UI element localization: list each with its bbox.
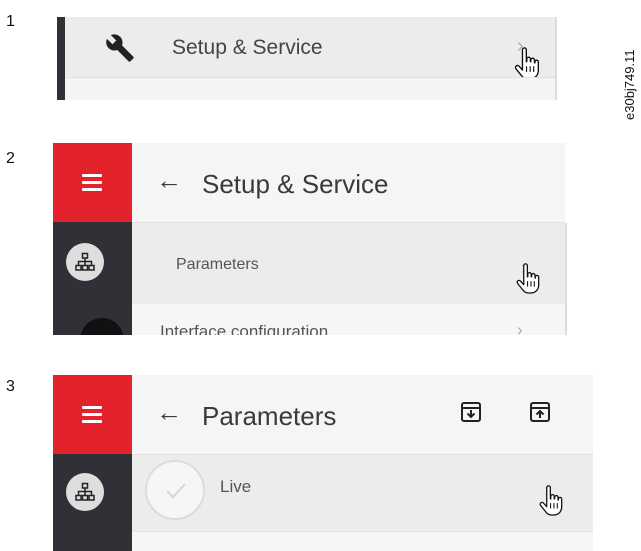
- menu-item-parameters[interactable]: Parameters ›: [132, 223, 565, 304]
- checkbox-circle[interactable]: [145, 460, 205, 520]
- nav-rail: [53, 222, 132, 335]
- hamburger-icon-line: [82, 181, 102, 184]
- hamburger-icon-line: [82, 188, 102, 191]
- menu-item-label: Setup & Service: [172, 36, 323, 59]
- app-header: ← Parameters: [132, 375, 593, 455]
- wrench-icon: [106, 34, 134, 62]
- list-item-live[interactable]: Live ›: [132, 455, 593, 531]
- figure-id: e30bj749.11: [622, 49, 637, 120]
- page-title: Parameters: [202, 401, 337, 431]
- list-item-next[interactable]: [132, 531, 593, 551]
- menu-item-interface-configuration[interactable]: Interface configuration ›: [132, 304, 565, 335]
- hamburger-icon-line: [82, 420, 102, 423]
- step-number-2: 2: [6, 150, 15, 167]
- chevron-right-icon: ›: [517, 320, 523, 335]
- hamburger-icon-line: [82, 413, 102, 416]
- hamburger-icon: [82, 406, 102, 409]
- back-arrow-icon[interactable]: ←: [156, 397, 182, 428]
- hand-cursor-icon: [539, 485, 563, 516]
- rail-button-hierarchy[interactable]: [66, 243, 104, 281]
- page-title: Setup & Service: [202, 169, 389, 199]
- menu-button[interactable]: [53, 375, 132, 454]
- nav-rail: [53, 454, 132, 551]
- hand-cursor-icon: [516, 263, 540, 294]
- step-number-3: 3: [6, 378, 15, 395]
- back-arrow-icon[interactable]: ←: [156, 165, 182, 196]
- panel-step-1: Setup & Service ›: [57, 17, 557, 100]
- check-icon: [166, 483, 186, 499]
- rail-button-hierarchy[interactable]: [66, 473, 104, 511]
- menu-item-setup-service[interactable]: Setup & Service ›: [65, 17, 555, 80]
- panel-step-3: ← Parameters Live ›: [53, 375, 593, 551]
- menu-item-label: Parameters: [176, 256, 259, 273]
- hand-cursor-icon: [514, 47, 540, 80]
- hierarchy-icon: [75, 252, 95, 271]
- list-item-label: Live: [220, 477, 252, 496]
- menu-button[interactable]: [53, 143, 132, 222]
- menu-item-label: Interface configuration: [160, 322, 329, 335]
- step-number-1: 1: [6, 13, 15, 30]
- hierarchy-icon: [75, 482, 95, 501]
- divider: [555, 17, 557, 100]
- upload-icon[interactable]: [529, 401, 551, 423]
- download-icon[interactable]: [460, 401, 482, 423]
- hamburger-icon: [82, 174, 102, 177]
- panel-step-2: ← Setup & Service Parameters › Interface…: [53, 143, 567, 335]
- divider: [565, 223, 567, 335]
- app-header: ← Setup & Service: [132, 143, 565, 223]
- menu-item-next[interactable]: [65, 77, 555, 100]
- selection-indicator: [57, 17, 65, 100]
